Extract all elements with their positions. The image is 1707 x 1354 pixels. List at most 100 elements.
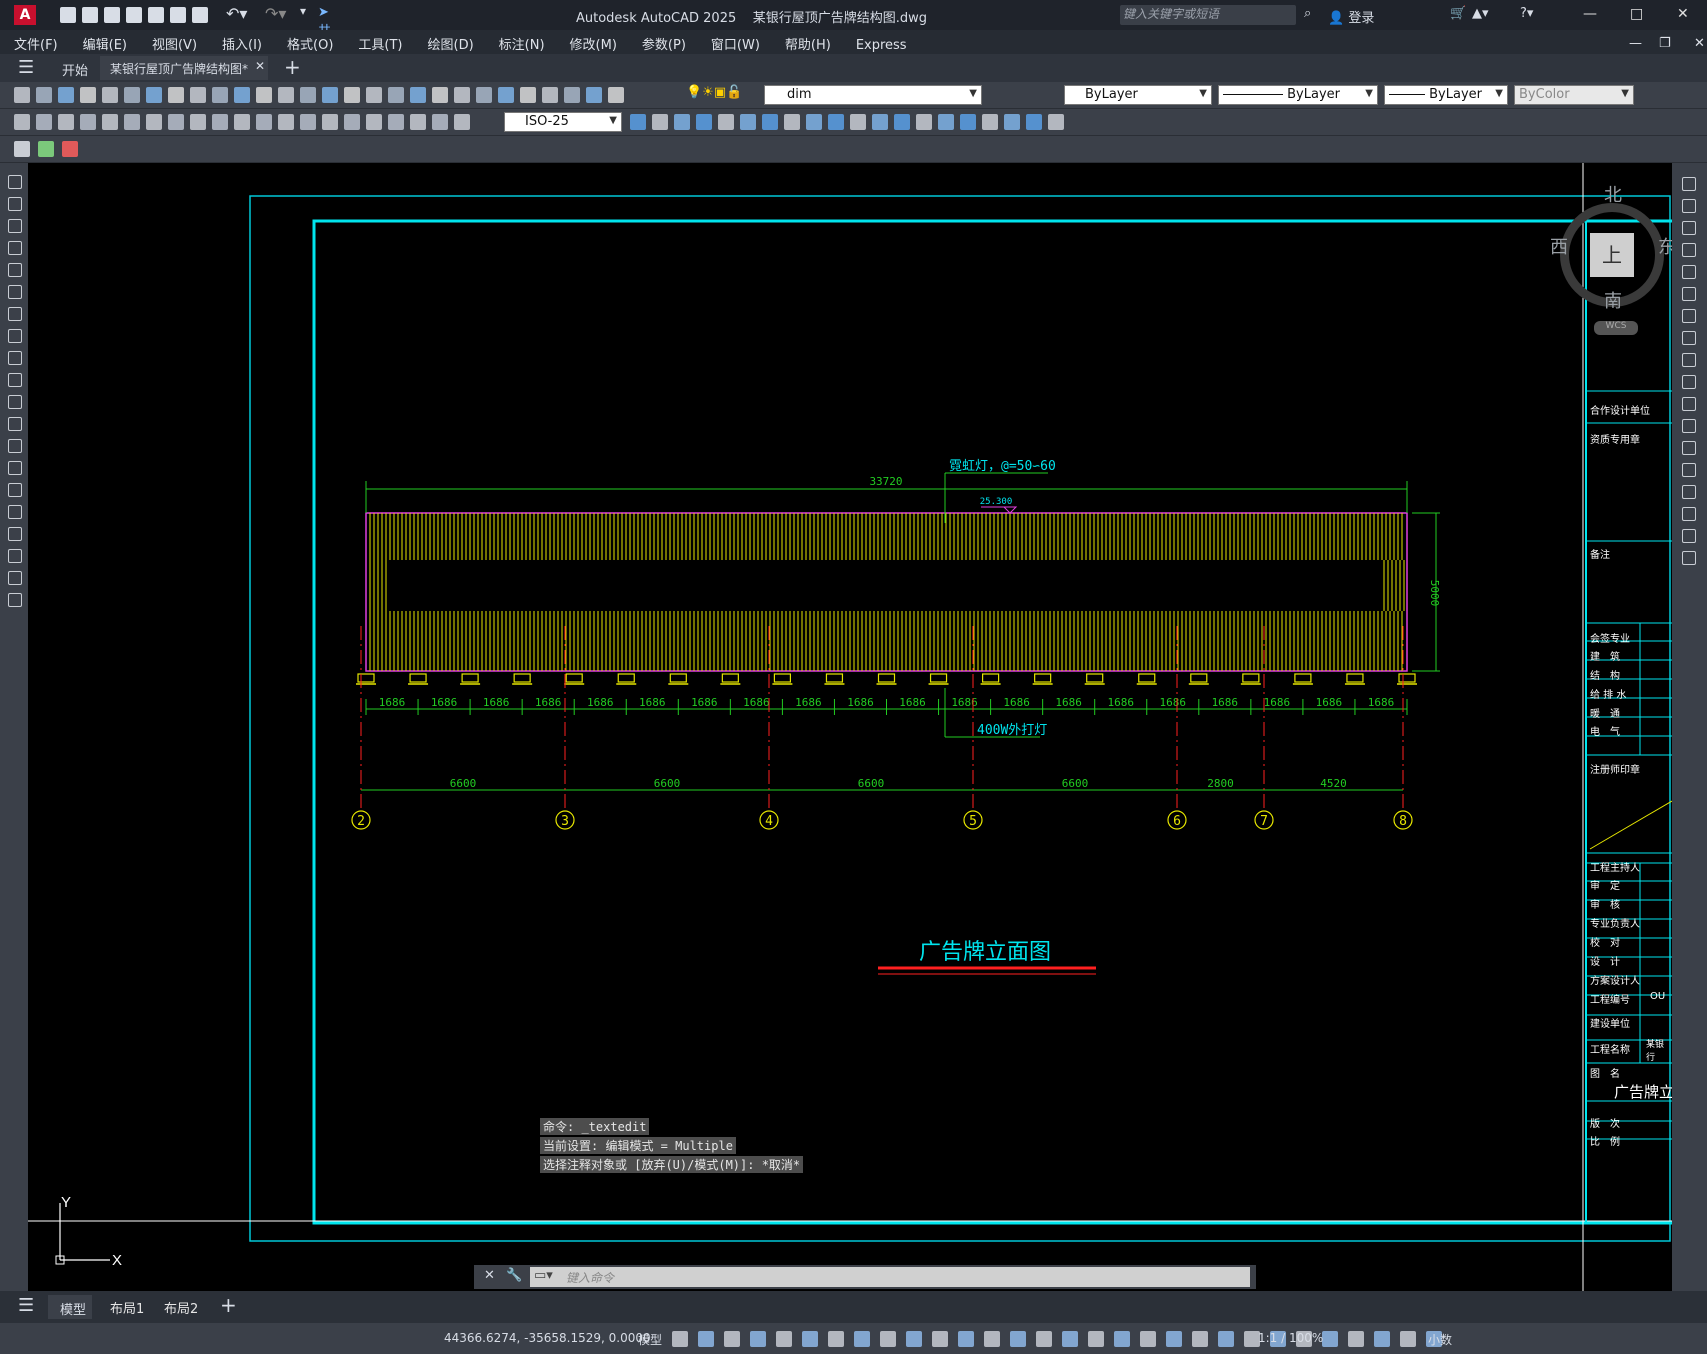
status-tool-17-icon[interactable] (1088, 1331, 1104, 1347)
status-tool-8-icon[interactable] (854, 1331, 870, 1347)
obj-tool-18-icon[interactable] (1004, 114, 1020, 130)
status-tool-16-icon[interactable] (1062, 1331, 1078, 1347)
cart-icon[interactable]: 🛒 (1450, 6, 1466, 21)
draw-tool-6-icon[interactable] (8, 285, 22, 299)
standard-tool-26-icon[interactable] (564, 87, 580, 103)
draw-tool-9-icon[interactable] (8, 351, 22, 365)
menu-file[interactable]: 文件(F) (0, 30, 69, 53)
obj-tool-14-icon[interactable] (916, 114, 932, 130)
web-save-icon[interactable] (148, 7, 164, 23)
standard-tool-2-icon[interactable] (36, 87, 52, 103)
standard-tool-11-icon[interactable] (234, 87, 250, 103)
status-tool-27-icon[interactable] (1348, 1331, 1364, 1347)
viewcube-top-face[interactable]: 上 (1590, 233, 1634, 277)
obj-tool-4-icon[interactable] (696, 114, 712, 130)
dim-tool-5-icon[interactable] (102, 114, 118, 130)
standard-tool-22-icon[interactable] (476, 87, 492, 103)
status-tool-5-icon[interactable] (776, 1331, 792, 1347)
customize-qat-icon[interactable]: ▾ (300, 4, 306, 18)
tab-close-icon[interactable]: ✕ (255, 59, 265, 73)
obj-tool-9-icon[interactable] (806, 114, 822, 130)
draw-tool-10-icon[interactable] (8, 373, 22, 387)
new-tab-button[interactable]: + (284, 55, 301, 79)
save-as-icon[interactable] (126, 7, 142, 23)
menu-dimension[interactable]: 标注(N) (485, 30, 556, 53)
standard-tool-9-icon[interactable] (190, 87, 206, 103)
standard-tool-6-icon[interactable] (124, 87, 140, 103)
autodesk-account-icon[interactable]: ▲▾ (1472, 6, 1489, 21)
status-tool-19-icon[interactable] (1140, 1331, 1156, 1347)
menu-edit[interactable]: 编辑(E) (69, 30, 138, 53)
command-input[interactable]: ▭▾ 键入命令 (530, 1267, 1250, 1287)
standard-tool-28-icon[interactable] (608, 87, 624, 103)
obj-tool-17-icon[interactable] (982, 114, 998, 130)
obj-tool-13-icon[interactable] (894, 114, 910, 130)
modify-tool-16-icon[interactable] (1682, 507, 1696, 521)
dim-tool-13-icon[interactable] (278, 114, 294, 130)
export-icon[interactable] (170, 7, 186, 23)
standard-tool-19-icon[interactable] (410, 87, 426, 103)
dim-tool-11-icon[interactable] (234, 114, 250, 130)
tool-icon-c[interactable] (62, 141, 78, 157)
modify-tool-18-icon[interactable] (1682, 551, 1696, 565)
standard-tool-8-icon[interactable] (168, 87, 184, 103)
draw-tool-12-icon[interactable] (8, 417, 22, 431)
tool-icon-a[interactable] (14, 141, 30, 157)
draw-tool-7-icon[interactable] (8, 307, 22, 321)
tab-start[interactable]: 开始 (62, 60, 88, 79)
status-tool-14-icon[interactable] (1010, 1331, 1026, 1347)
modify-tool-13-icon[interactable] (1682, 441, 1696, 455)
tab-layout2[interactable]: 布局2 (164, 1298, 198, 1317)
add-layout-button[interactable]: + (220, 1293, 237, 1317)
dim-tool-3-icon[interactable] (58, 114, 74, 130)
menu-format[interactable]: 格式(O) (273, 30, 344, 53)
standard-tool-18-icon[interactable] (388, 87, 404, 103)
menu-parametric[interactable]: 参数(P) (628, 30, 697, 53)
status-tool-9-icon[interactable] (880, 1331, 896, 1347)
lineweight-dropdown[interactable]: ByLayer ▼ (1384, 85, 1508, 105)
standard-tool-16-icon[interactable] (344, 87, 360, 103)
plotstyle-dropdown[interactable]: ByColor ▼ (1514, 85, 1634, 105)
modify-tool-17-icon[interactable] (1682, 529, 1696, 543)
modify-tool-10-icon[interactable] (1682, 375, 1696, 389)
modify-tool-11-icon[interactable] (1682, 397, 1696, 411)
draw-tool-1-icon[interactable] (8, 175, 22, 189)
menu-help[interactable]: 帮助(H) (771, 30, 842, 53)
dimstyle-dropdown[interactable]: ISO-25 ▼ (504, 112, 622, 132)
status-tool-21-icon[interactable] (1192, 1331, 1208, 1347)
modify-tool-1-icon[interactable] (1682, 177, 1696, 191)
tool-icon-b[interactable] (38, 141, 54, 157)
modify-tool-3-icon[interactable] (1682, 221, 1696, 235)
tab-model[interactable]: 模型 (48, 1295, 92, 1319)
undo-icon[interactable]: ↶▾ (226, 4, 247, 23)
standard-tool-5-icon[interactable] (102, 87, 118, 103)
search-input[interactable]: 键入关键字或短语 (1120, 5, 1296, 25)
color-dropdown[interactable]: ByLayer ▼ (1064, 85, 1212, 105)
standard-tool-7-icon[interactable] (146, 87, 162, 103)
obj-tool-7-icon[interactable] (762, 114, 778, 130)
standard-tool-20-icon[interactable] (432, 87, 448, 103)
obj-tool-2-icon[interactable] (652, 114, 668, 130)
command-close-icon[interactable]: ✕ (484, 1268, 495, 1283)
compass-north[interactable]: 北 (1604, 181, 1622, 207)
obj-tool-6-icon[interactable] (740, 114, 756, 130)
draw-tool-4-icon[interactable] (8, 241, 22, 255)
viewcube[interactable]: 上 北 南 西 东 WCS (1528, 181, 1672, 341)
wcs-menu-button[interactable]: WCS (1594, 321, 1638, 335)
draw-tool-19-icon[interactable] (8, 571, 22, 585)
dim-tool-16-icon[interactable] (344, 114, 360, 130)
status-tool-7-icon[interactable] (828, 1331, 844, 1347)
status-tool-11-icon[interactable] (932, 1331, 948, 1347)
standard-tool-1-icon[interactable] (14, 87, 30, 103)
draw-tool-17-icon[interactable] (8, 527, 22, 541)
draw-tool-11-icon[interactable] (8, 395, 22, 409)
dim-tool-12-icon[interactable] (256, 114, 272, 130)
menu-view[interactable]: 视图(V) (138, 30, 208, 53)
modify-tool-14-icon[interactable] (1682, 463, 1696, 477)
dim-tool-4-icon[interactable] (80, 114, 96, 130)
dim-tool-15-icon[interactable] (322, 114, 338, 130)
standard-tool-14-icon[interactable] (300, 87, 316, 103)
obj-tool-3-icon[interactable] (674, 114, 690, 130)
dim-tool-14-icon[interactable] (300, 114, 316, 130)
drawing-canvas[interactable]: 33720 霓虹灯，@=50∽60 25.300 5000 1686 1686 1686 16… (28, 163, 1672, 1291)
